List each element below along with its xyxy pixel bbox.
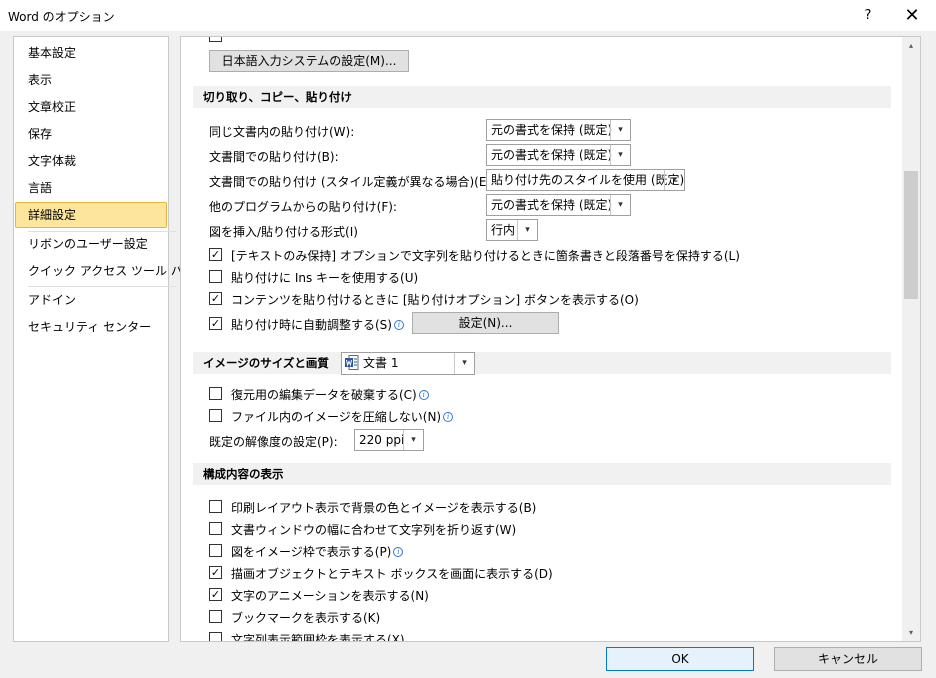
between-docs-paste-label: 文書間での貼り付け(B): <box>209 150 339 164</box>
display-item-checkbox[interactable] <box>209 522 222 535</box>
select-value: 220 ppi <box>359 433 405 447</box>
insert-image-label: 図を挿入/貼り付ける形式(I) <box>209 225 358 239</box>
chevron-down-icon: ▾ <box>454 353 474 374</box>
section-header-paste: 切り取り、コピー、貼り付け <box>193 86 891 108</box>
category-sidebar: 基本設定 表示 文章校正 保存 文字体裁 言語 詳細設定 リボンのユーザー設定 … <box>13 36 195 642</box>
between-docs-paste-select[interactable]: 元の書式を保持 (既定) ▾ <box>486 144 631 166</box>
display-item-label: 文書ウィンドウの幅に合わせて文字列を折り返す(W) <box>231 523 517 537</box>
insert-image-select[interactable]: 行内 ▾ <box>486 219 538 241</box>
show-paste-options-checkbox[interactable]: ✓ <box>209 292 222 305</box>
scroll-thumb[interactable] <box>904 171 918 299</box>
title-bar: Word のオプション ? ✕ <box>0 0 936 31</box>
window-title: Word のオプション <box>8 10 115 24</box>
select-value: 行内 <box>491 223 516 237</box>
chevron-down-icon: ▾ <box>403 430 423 450</box>
default-resolution-select[interactable]: 220 ppi ▾ <box>354 429 424 451</box>
chevron-down-icon: ▾ <box>610 195 630 215</box>
discard-edit-data-row: 復元用の編集データを破棄する(C) i <box>231 386 429 403</box>
other-programs-paste-select[interactable]: 元の書式を保持 (既定) ▾ <box>486 194 631 216</box>
chevron-down-icon: ▾ <box>664 170 684 190</box>
info-icon: i <box>418 390 429 400</box>
chevron-down-icon: ▾ <box>517 220 537 240</box>
display-item-label: 文字のアニメーションを表示する(N) <box>231 589 429 603</box>
ok-button[interactable]: OK <box>606 647 754 671</box>
between-docs-style-paste-select[interactable]: 貼り付け先のスタイルを使用 (既定) ▾ <box>486 169 685 191</box>
show-paste-options-label: コンテンツを貼り付けるときに [貼り付けオプション] ボタンを表示する(O) <box>231 293 639 307</box>
display-item-checkbox[interactable] <box>209 500 222 513</box>
display-item-label: 文字列表示範囲枠を表示する(X) <box>231 633 405 642</box>
between-docs-style-paste-label: 文書間での貼り付け (スタイル定義が異なる場合)(E): <box>209 175 496 189</box>
keep-bullets-label: [テキストのみ保持] オプションで文字列を貼り付けるときに箇条書きと段落番号を保… <box>231 249 740 263</box>
content-scrollbar[interactable]: ▴ ▾ <box>902 37 920 641</box>
display-item-row: 図をイメージ枠で表示する(P) i <box>231 543 404 560</box>
display-item-label: 描画オブジェクトとテキスト ボックスを画面に表示する(D) <box>231 567 553 581</box>
same-doc-paste-select[interactable]: 元の書式を保持 (既定) ▾ <box>486 119 631 141</box>
sidebar-item-advanced[interactable]: 詳細設定 <box>15 202 167 228</box>
smart-cut-row: 貼り付け時に自動調整する(S) i <box>231 316 404 333</box>
word-document-icon <box>345 355 359 370</box>
no-compress-images-label: ファイル内のイメージを圧縮しない(N) <box>231 410 442 424</box>
discard-edit-data-label: 復元用の編集データを破棄する(C) <box>231 388 417 402</box>
no-compress-images-checkbox[interactable] <box>209 409 222 422</box>
select-value: 貼り付け先のスタイルを使用 (既定) <box>491 173 685 187</box>
select-value: 元の書式を保持 (既定) <box>491 198 613 212</box>
select-value: 元の書式を保持 (既定) <box>491 148 613 162</box>
info-icon: i <box>393 547 404 557</box>
smart-cut-label: 貼り付け時に自動調整する(S) <box>231 318 392 332</box>
sidebar-item-addins[interactable]: アドイン <box>15 287 167 313</box>
display-item-checkbox[interactable] <box>209 544 222 557</box>
sidebar-item-typography[interactable]: 文字体裁 <box>15 148 167 174</box>
discard-edit-data-checkbox[interactable] <box>209 387 222 400</box>
display-item-checkbox[interactable] <box>209 610 222 623</box>
scroll-up-arrow-icon[interactable]: ▴ <box>902 37 920 54</box>
display-item-checkbox[interactable] <box>209 632 222 641</box>
info-icon: i <box>443 412 454 422</box>
select-value: 元の書式を保持 (既定) <box>491 123 613 137</box>
same-doc-paste-label: 同じ文書内の貼り付け(W): <box>209 125 355 139</box>
sidebar-item-language[interactable]: 言語 <box>15 175 167 201</box>
section-header-display: 構成内容の表示 <box>193 463 891 485</box>
checkbox-partial[interactable] <box>209 37 222 42</box>
sidebar-item-proofing[interactable]: 文章校正 <box>15 94 167 120</box>
settings-content: 日本語入力システムの設定(M)... 切り取り、コピー、貼り付け 同じ文書内の貼… <box>180 36 921 642</box>
sidebar-item-customize-ribbon[interactable]: リボンのユーザー設定 <box>15 231 167 257</box>
smart-cut-settings-button[interactable]: 設定(N)... <box>412 312 559 334</box>
sidebar-item-save[interactable]: 保存 <box>15 121 167 147</box>
display-item-label: 印刷レイアウト表示で背景の色とイメージを表示する(B) <box>231 501 537 515</box>
default-resolution-label: 既定の解像度の設定(P): <box>209 435 338 449</box>
image-document-select[interactable]: 文書 1 ▾ <box>341 352 475 375</box>
close-button[interactable]: ✕ <box>890 0 934 31</box>
other-programs-paste-label: 他のプログラムからの貼り付け(F): <box>209 200 397 214</box>
cancel-button[interactable]: キャンセル <box>774 647 922 671</box>
sidebar-item-general[interactable]: 基本設定 <box>15 40 167 66</box>
chevron-down-icon: ▾ <box>610 145 630 165</box>
scroll-down-arrow-icon[interactable]: ▾ <box>902 624 920 641</box>
display-item-label: ブックマークを表示する(K) <box>231 611 381 625</box>
help-button[interactable]: ? <box>846 0 890 31</box>
section-header-image: イメージのサイズと画質 <box>193 352 891 374</box>
use-ins-key-label: 貼り付けに Ins キーを使用する(U) <box>231 271 419 285</box>
chevron-down-icon: ▾ <box>610 120 630 140</box>
display-item-label: 図をイメージ枠で表示する(P) <box>231 545 392 559</box>
select-value: 文書 1 <box>363 356 399 370</box>
info-icon: i <box>393 320 404 330</box>
sidebar-item-display[interactable]: 表示 <box>15 67 167 93</box>
display-item-checkbox[interactable]: ✓ <box>209 588 222 601</box>
no-compress-images-row: ファイル内のイメージを圧縮しない(N) i <box>231 408 454 425</box>
smart-cut-checkbox[interactable]: ✓ <box>209 317 222 330</box>
ime-settings-button[interactable]: 日本語入力システムの設定(M)... <box>209 50 409 72</box>
sidebar-item-trust-center[interactable]: セキュリティ センター <box>15 314 167 340</box>
use-ins-key-checkbox[interactable] <box>209 270 222 283</box>
keep-bullets-checkbox[interactable]: ✓ <box>209 248 222 261</box>
sidebar-item-quick-access-toolbar[interactable]: クイック アクセス ツール バー <box>15 258 195 284</box>
display-item-checkbox[interactable]: ✓ <box>209 566 222 579</box>
